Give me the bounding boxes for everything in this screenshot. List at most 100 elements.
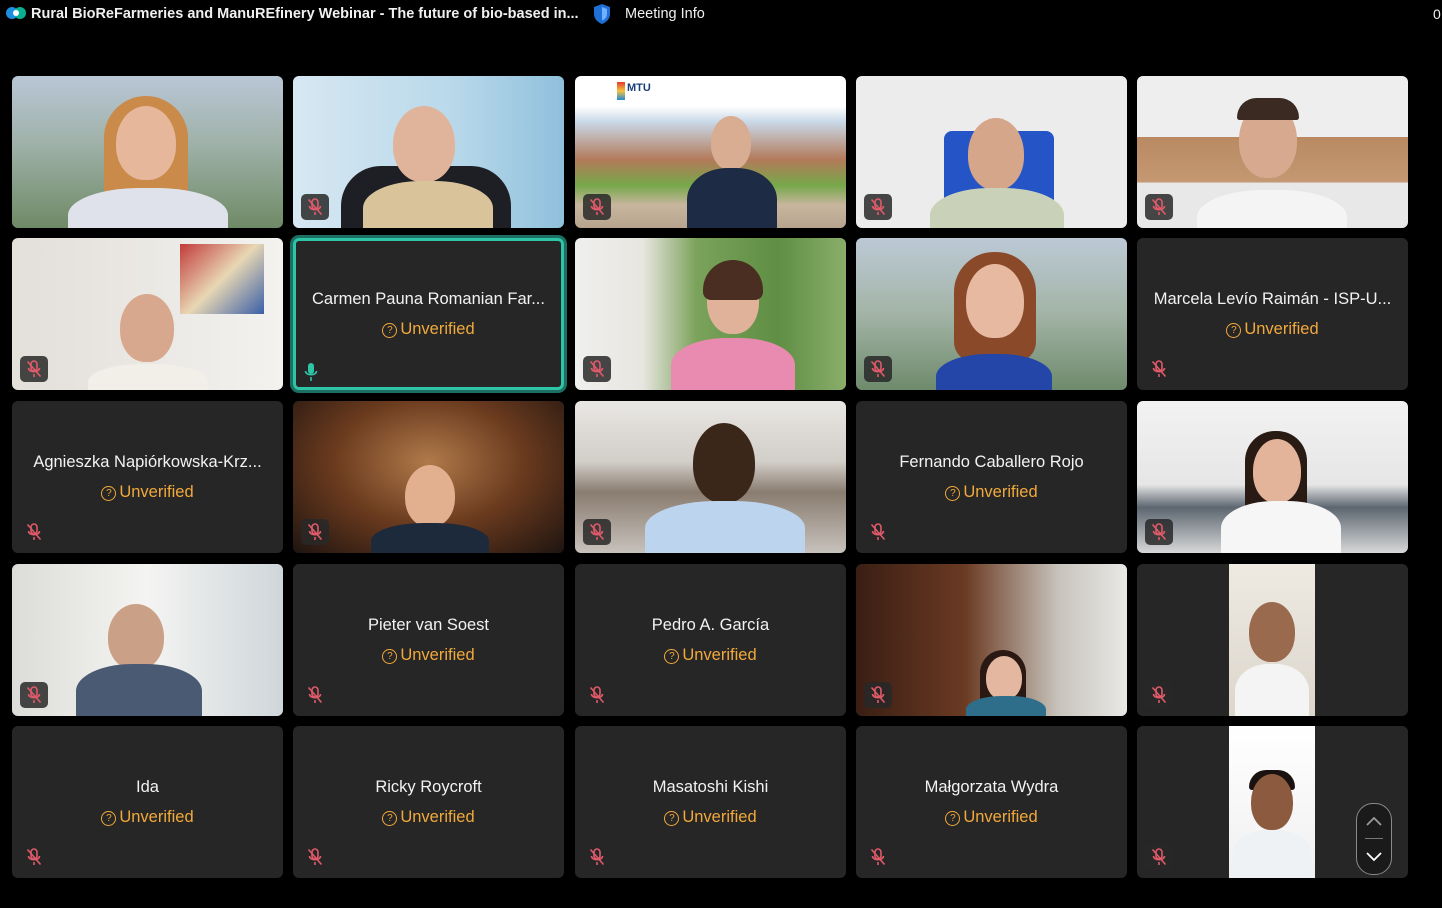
participant-video: [856, 76, 1127, 228]
question-circle-icon: ?: [945, 486, 961, 501]
participant-name: Carmen Pauna Romanian Far...: [312, 290, 545, 308]
participant-name: Pieter van Soest: [367, 616, 490, 634]
verification-status: ? Unverified: [856, 808, 1127, 827]
participant-tile[interactable]: [293, 76, 564, 228]
mic-muted-icon: [20, 844, 48, 870]
mic-muted-icon: [301, 194, 329, 220]
participant-tile-active-speaker[interactable]: Carmen Pauna Romanian Far... ? Unverified: [293, 238, 564, 390]
verification-status-label: Unverified: [682, 808, 757, 826]
meeting-info-button[interactable]: Meeting Info: [625, 6, 705, 22]
question-circle-icon: ?: [101, 811, 117, 826]
participant-tile[interactable]: [856, 76, 1127, 228]
question-circle-icon: ?: [382, 323, 398, 338]
participant-name: Ricky Roycroft: [375, 778, 482, 796]
meeting-timer: 0: [1433, 6, 1441, 22]
verification-status-label: Unverified: [400, 808, 475, 826]
mic-muted-icon: [1145, 194, 1173, 220]
participant-tile[interactable]: Ricky Roycroft ? Unverified: [293, 726, 564, 878]
participant-tile[interactable]: [12, 238, 283, 390]
verification-status: ? Unverified: [856, 483, 1127, 502]
chevron-down-icon[interactable]: [1364, 848, 1384, 866]
mic-icon: [304, 363, 318, 381]
mic-muted-icon: [864, 356, 892, 382]
question-circle-icon: ?: [945, 811, 961, 826]
participant-tile[interactable]: [575, 401, 846, 553]
participant-tile[interactable]: [1137, 564, 1408, 716]
participant-video: [293, 401, 564, 553]
participant-name: Masatoshi Kishi: [652, 778, 769, 796]
participant-tile[interactable]: [856, 564, 1127, 716]
participant-tile[interactable]: [575, 238, 846, 390]
verification-status: ? Unverified: [293, 646, 564, 665]
question-circle-icon: ?: [664, 811, 680, 826]
mic-muted-icon: [864, 519, 892, 545]
meeting-title: Rural BioReFarmeries and ManuREfinery We…: [31, 6, 579, 22]
mic-muted-icon: [1145, 519, 1173, 545]
verification-status-label: Unverified: [400, 320, 475, 338]
verification-status: ? Unverified: [293, 808, 564, 827]
participant-video: MTU: [575, 76, 846, 228]
participant-video: [856, 564, 1127, 716]
participant-tile[interactable]: Ida ? Unverified: [12, 726, 283, 878]
participant-tile[interactable]: [1137, 401, 1408, 553]
verification-status-label: Unverified: [963, 483, 1038, 501]
mic-muted-icon: [864, 682, 892, 708]
mic-muted-icon: [301, 682, 329, 708]
mic-muted-icon: [20, 519, 48, 545]
title-bar: Rural BioReFarmeries and ManuREfinery We…: [0, 0, 1442, 30]
participant-name: Agnieszka Napiórkowska-Krz...: [33, 453, 262, 471]
mic-muted-icon: [301, 844, 329, 870]
verification-status: ? Unverified: [12, 808, 283, 827]
verification-status: ? Unverified: [293, 320, 564, 339]
participant-video: [1229, 564, 1315, 716]
participant-tile[interactable]: [293, 401, 564, 553]
participant-video: [575, 238, 846, 390]
question-circle-icon: ?: [1226, 323, 1242, 338]
participant-tile[interactable]: [12, 564, 283, 716]
participant-tile[interactable]: Masatoshi Kishi ? Unverified: [575, 726, 846, 878]
participant-video: [856, 238, 1127, 390]
participant-tile[interactable]: [1137, 76, 1408, 228]
participant-tile[interactable]: Marcela Levío Raimán - ISP-U... ? Unverif…: [1137, 238, 1408, 390]
question-circle-icon: ?: [101, 486, 117, 501]
question-circle-icon: ?: [382, 649, 398, 664]
participant-name: Ida: [136, 778, 159, 796]
participant-tile[interactable]: MTU: [575, 76, 846, 228]
verification-status-label: Unverified: [1244, 320, 1319, 338]
participant-video: [293, 76, 564, 228]
participant-name: Małgorzata Wydra: [924, 778, 1059, 796]
participant-video: [1137, 76, 1408, 228]
mic-muted-icon: [1145, 356, 1173, 382]
mic-muted-icon: [583, 844, 611, 870]
verification-status-label: Unverified: [119, 483, 194, 501]
scroll-divider: [1365, 838, 1383, 839]
mic-muted-icon: [20, 356, 48, 382]
verification-status: ? Unverified: [12, 483, 283, 502]
participant-tile[interactable]: Fernando Caballero Rojo ? Unverified: [856, 401, 1127, 553]
participant-tile[interactable]: [856, 238, 1127, 390]
participant-tile[interactable]: [12, 76, 283, 228]
mic-muted-icon: [20, 682, 48, 708]
participant-video: [12, 564, 283, 716]
shield-icon[interactable]: [593, 3, 611, 25]
mic-muted-icon: [864, 844, 892, 870]
mic-muted-icon: [1145, 844, 1173, 870]
question-circle-icon: ?: [664, 649, 680, 664]
participant-tile[interactable]: Agnieszka Napiórkowska-Krz... ? Unverifie…: [12, 401, 283, 553]
grid-scroll-control: [1356, 803, 1392, 875]
mic-muted-icon: [864, 194, 892, 220]
mtu-logo-icon: [617, 82, 625, 100]
participant-tile[interactable]: Małgorzata Wydra ? Unverified: [856, 726, 1127, 878]
mtu-logo-text: MTU: [627, 82, 651, 94]
participant-tile[interactable]: Pieter van Soest ? Unverified: [293, 564, 564, 716]
mic-muted-icon: [583, 519, 611, 545]
participant-video: [1229, 726, 1315, 878]
webex-logo-icon: [6, 7, 26, 19]
participant-name: Pedro A. García: [651, 616, 770, 634]
participant-tile[interactable]: Pedro A. García ? Unverified: [575, 564, 846, 716]
chevron-up-icon[interactable]: [1364, 812, 1384, 830]
verification-status: ? Unverified: [575, 646, 846, 665]
verification-status-label: Unverified: [963, 808, 1038, 826]
question-circle-icon: ?: [382, 811, 398, 826]
verification-status: ? Unverified: [575, 808, 846, 827]
